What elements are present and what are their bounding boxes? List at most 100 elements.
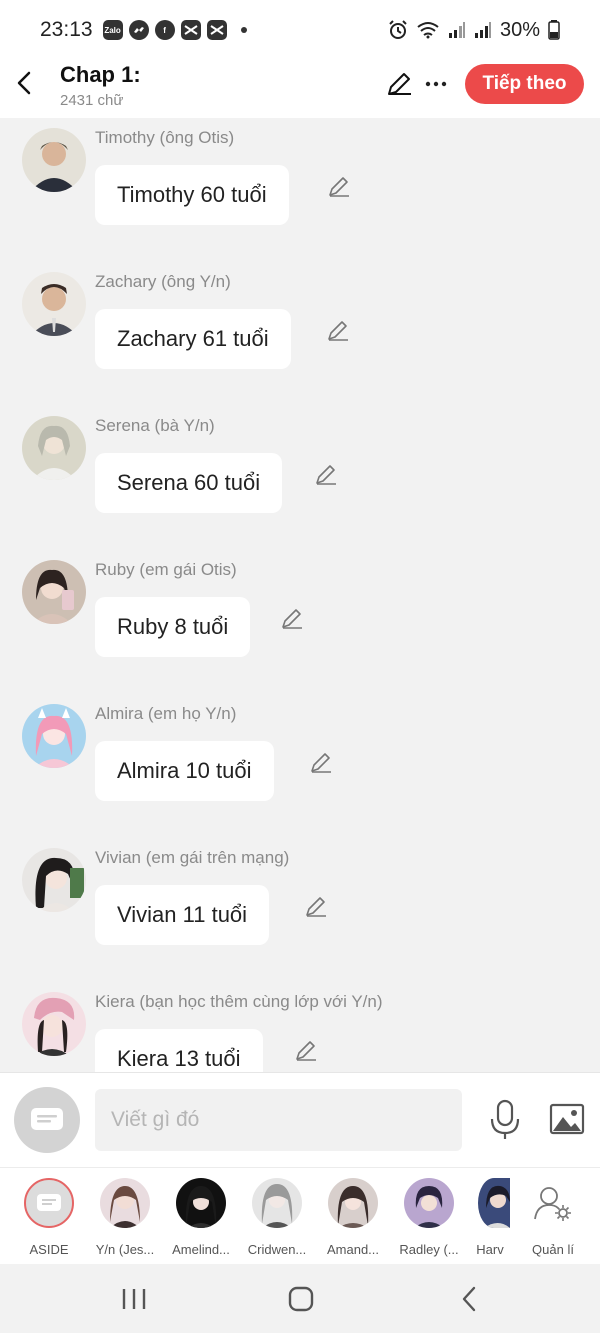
- avatar[interactable]: [22, 416, 86, 480]
- edit-message-button[interactable]: [309, 751, 333, 775]
- messenger-icon: [128, 20, 149, 40]
- character-item[interactable]: Cridwen...: [242, 1178, 312, 1257]
- message-bubble[interactable]: Ruby 8 tuổi: [95, 597, 251, 657]
- pencil-icon: [296, 1041, 316, 1061]
- pencil-icon: [388, 73, 411, 95]
- voice-input-button[interactable]: [488, 1099, 522, 1141]
- insert-image-button[interactable]: [549, 1103, 585, 1135]
- user-settings-icon: [528, 1178, 578, 1228]
- aside-avatar-button[interactable]: [14, 1087, 80, 1153]
- battery-percent: 30%: [499, 18, 540, 41]
- character-item[interactable]: Harv: [470, 1178, 510, 1257]
- list-item: Serena (bà Y/n) Serena 60 tuổi: [0, 416, 600, 556]
- character-item[interactable]: Y/n (Jes...: [90, 1178, 160, 1257]
- character-label: Radley (...: [399, 1242, 459, 1257]
- edit-message-button[interactable]: [294, 1039, 318, 1063]
- character-item[interactable]: Radley (...: [394, 1178, 464, 1257]
- more-notifications-icon: [240, 27, 247, 33]
- list-item: Almira (em họ Y/n) Almira 10 tuổi: [0, 704, 600, 844]
- sender-name: Serena (bà Y/n): [95, 416, 215, 435]
- status-time: 23:13: [40, 18, 93, 41]
- status-right: 30%: [388, 19, 560, 42]
- character-label: Y/n (Jes...: [95, 1242, 155, 1257]
- chevron-left-icon: [17, 71, 31, 95]
- edit-message-button[interactable]: [327, 175, 351, 199]
- recent-apps-icon: [122, 1289, 146, 1309]
- system-back-button[interactable]: [449, 1284, 489, 1314]
- next-button[interactable]: Tiếp theo: [465, 64, 584, 104]
- character-label: ASIDE: [29, 1242, 69, 1257]
- character-item[interactable]: Amelind...: [166, 1178, 236, 1257]
- pencil-icon: [316, 465, 336, 485]
- character-label: Quản lí: [532, 1242, 574, 1257]
- signal-icon: [448, 22, 465, 38]
- message-bubble[interactable]: Serena 60 tuổi: [95, 453, 283, 513]
- back-button[interactable]: [12, 68, 36, 98]
- avatar[interactable]: [22, 128, 86, 192]
- sender-name: Zachary (ông Y/n): [95, 272, 231, 291]
- image-icon: [549, 1103, 585, 1135]
- chevron-left-icon: [462, 1286, 476, 1312]
- avatar[interactable]: [22, 848, 86, 912]
- system-nav-bar: [0, 1264, 600, 1333]
- sender-name: Vivian (em gái trên mạng): [95, 848, 290, 867]
- message-list[interactable]: Timothy (ông Otis) Timothy 60 tuổi Zacha…: [0, 118, 600, 1072]
- wifi-icon: [417, 22, 439, 39]
- signal-icon: [474, 22, 491, 38]
- character-label: Amelind...: [172, 1242, 230, 1257]
- more-dots-icon: [425, 81, 447, 87]
- avatar: [478, 1178, 510, 1228]
- list-item: Zachary (ông Y/n) Zachary 61 tuổi: [0, 272, 600, 412]
- facebook-icon: f: [154, 20, 175, 40]
- character-item[interactable]: Amand...: [318, 1178, 388, 1257]
- avatar: [100, 1178, 150, 1228]
- avatar[interactable]: [22, 704, 86, 768]
- more-options-button[interactable]: [424, 70, 448, 98]
- sender-name: Kiera (bạn học thêm cùng lớp với Y/n): [95, 992, 383, 1011]
- edit-message-button[interactable]: [326, 319, 350, 343]
- message-input[interactable]: [95, 1089, 462, 1151]
- message-bubble[interactable]: Almira 10 tuổi: [95, 741, 274, 801]
- pencil-icon: [311, 753, 331, 773]
- message-bubble[interactable]: Kiera 13 tuổi: [95, 1029, 263, 1072]
- manage-characters-button[interactable]: Quản lí: [518, 1178, 588, 1257]
- home-icon: [288, 1286, 314, 1312]
- capcut-icon: [180, 20, 201, 40]
- avatar: [404, 1178, 454, 1228]
- word-count: 2431 chữ: [60, 92, 124, 109]
- status-bar: 23:13 Zalo f 30%: [0, 0, 600, 60]
- avatar: [328, 1178, 378, 1228]
- edit-chapter-button[interactable]: [385, 70, 413, 98]
- character-label: Harv: [476, 1242, 504, 1257]
- chapter-title: Chap 1:: [60, 62, 141, 87]
- home-button[interactable]: [281, 1284, 321, 1314]
- avatar: [252, 1178, 302, 1228]
- character-aside[interactable]: ASIDE: [14, 1178, 84, 1257]
- avatar[interactable]: [22, 992, 86, 1056]
- character-bar: ASIDE Y/n (Jes... Amelind... Cridwen... …: [0, 1167, 600, 1264]
- sender-name: Almira (em họ Y/n): [95, 704, 237, 723]
- avatar[interactable]: [22, 560, 86, 624]
- avatar[interactable]: [22, 272, 86, 336]
- character-label: Cridwen...: [247, 1242, 307, 1257]
- sender-name: Ruby (em gái Otis): [95, 560, 237, 579]
- message-bubble[interactable]: Vivian 11 tuổi: [95, 885, 270, 945]
- zalo-icon: Zalo: [102, 20, 123, 40]
- microphone-icon: [490, 1099, 520, 1139]
- pencil-icon: [282, 609, 302, 629]
- recent-apps-button[interactable]: [114, 1284, 154, 1314]
- edit-message-button[interactable]: [280, 607, 304, 631]
- edit-message-button[interactable]: [304, 895, 328, 919]
- list-item: Timothy (ông Otis) Timothy 60 tuổi: [0, 128, 600, 268]
- sender-name: Timothy (ông Otis): [95, 128, 235, 147]
- pencil-icon: [328, 321, 348, 341]
- avatar: [176, 1178, 226, 1228]
- battery-icon: [548, 20, 560, 40]
- alarm-icon: [389, 20, 407, 39]
- message-bubble[interactable]: Zachary 61 tuổi: [95, 309, 291, 369]
- list-item: Vivian (em gái trên mạng) Vivian 11 tuổi: [0, 848, 600, 988]
- avatar: [24, 1178, 74, 1228]
- edit-message-button[interactable]: [314, 463, 338, 487]
- message-bubble[interactable]: Timothy 60 tuổi: [95, 165, 289, 225]
- pencil-icon: [306, 897, 326, 917]
